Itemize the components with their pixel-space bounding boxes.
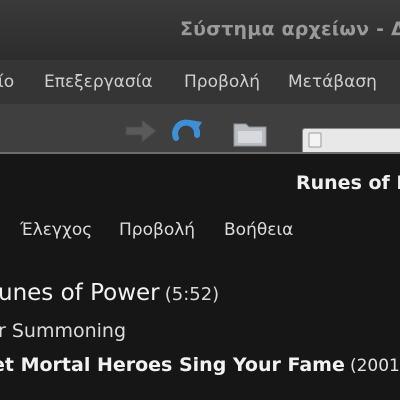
track-album: et Mortal Heroes Sing Your Fame (2001): [0, 354, 400, 376]
file-manager-titlebar[interactable]: Σύστημα αρχείων - Δ: [0, 0, 400, 60]
menu-edit[interactable]: Επεξεργασία: [44, 72, 153, 92]
album-year: (2001): [349, 356, 400, 376]
drive-icon: [308, 132, 322, 152]
track-artist: r Summoning: [0, 320, 127, 342]
album-name: et Mortal Heroes Sing Your Fame: [0, 354, 345, 376]
file-manager-title: Σύστημα αρχείων - Δ: [180, 18, 400, 40]
forward-arrow-icon[interactable]: [124, 118, 158, 148]
reload-icon[interactable]: [170, 118, 204, 152]
menu-file[interactable]: ίο: [0, 72, 14, 92]
track-name: unes of Power: [0, 280, 160, 306]
track-duration: (5:52): [164, 284, 220, 305]
location-field[interactable]: [302, 128, 400, 154]
folder-icon[interactable]: [232, 118, 270, 152]
menu-view[interactable]: Προβολή: [184, 72, 260, 92]
player-title: Runes of P: [296, 172, 400, 194]
menu-view[interactable]: Προβολή: [119, 220, 195, 240]
music-player-window: Runes of P Έλεγχος Προβολή Βοήθεια unes …: [0, 152, 400, 400]
file-manager-window: Σύστημα αρχείων - Δ ίο Επεξεργασία Προβο…: [0, 0, 400, 154]
menu-control[interactable]: Έλεγχος: [20, 220, 92, 240]
menu-go[interactable]: Μετάβαση: [288, 72, 377, 92]
menu-help[interactable]: Βοήθεια: [224, 220, 293, 240]
file-manager-menubar: ίο Επεξεργασία Προβολή Μετάβαση: [0, 60, 400, 104]
now-playing-track: unes of Power (5:52): [0, 280, 219, 306]
